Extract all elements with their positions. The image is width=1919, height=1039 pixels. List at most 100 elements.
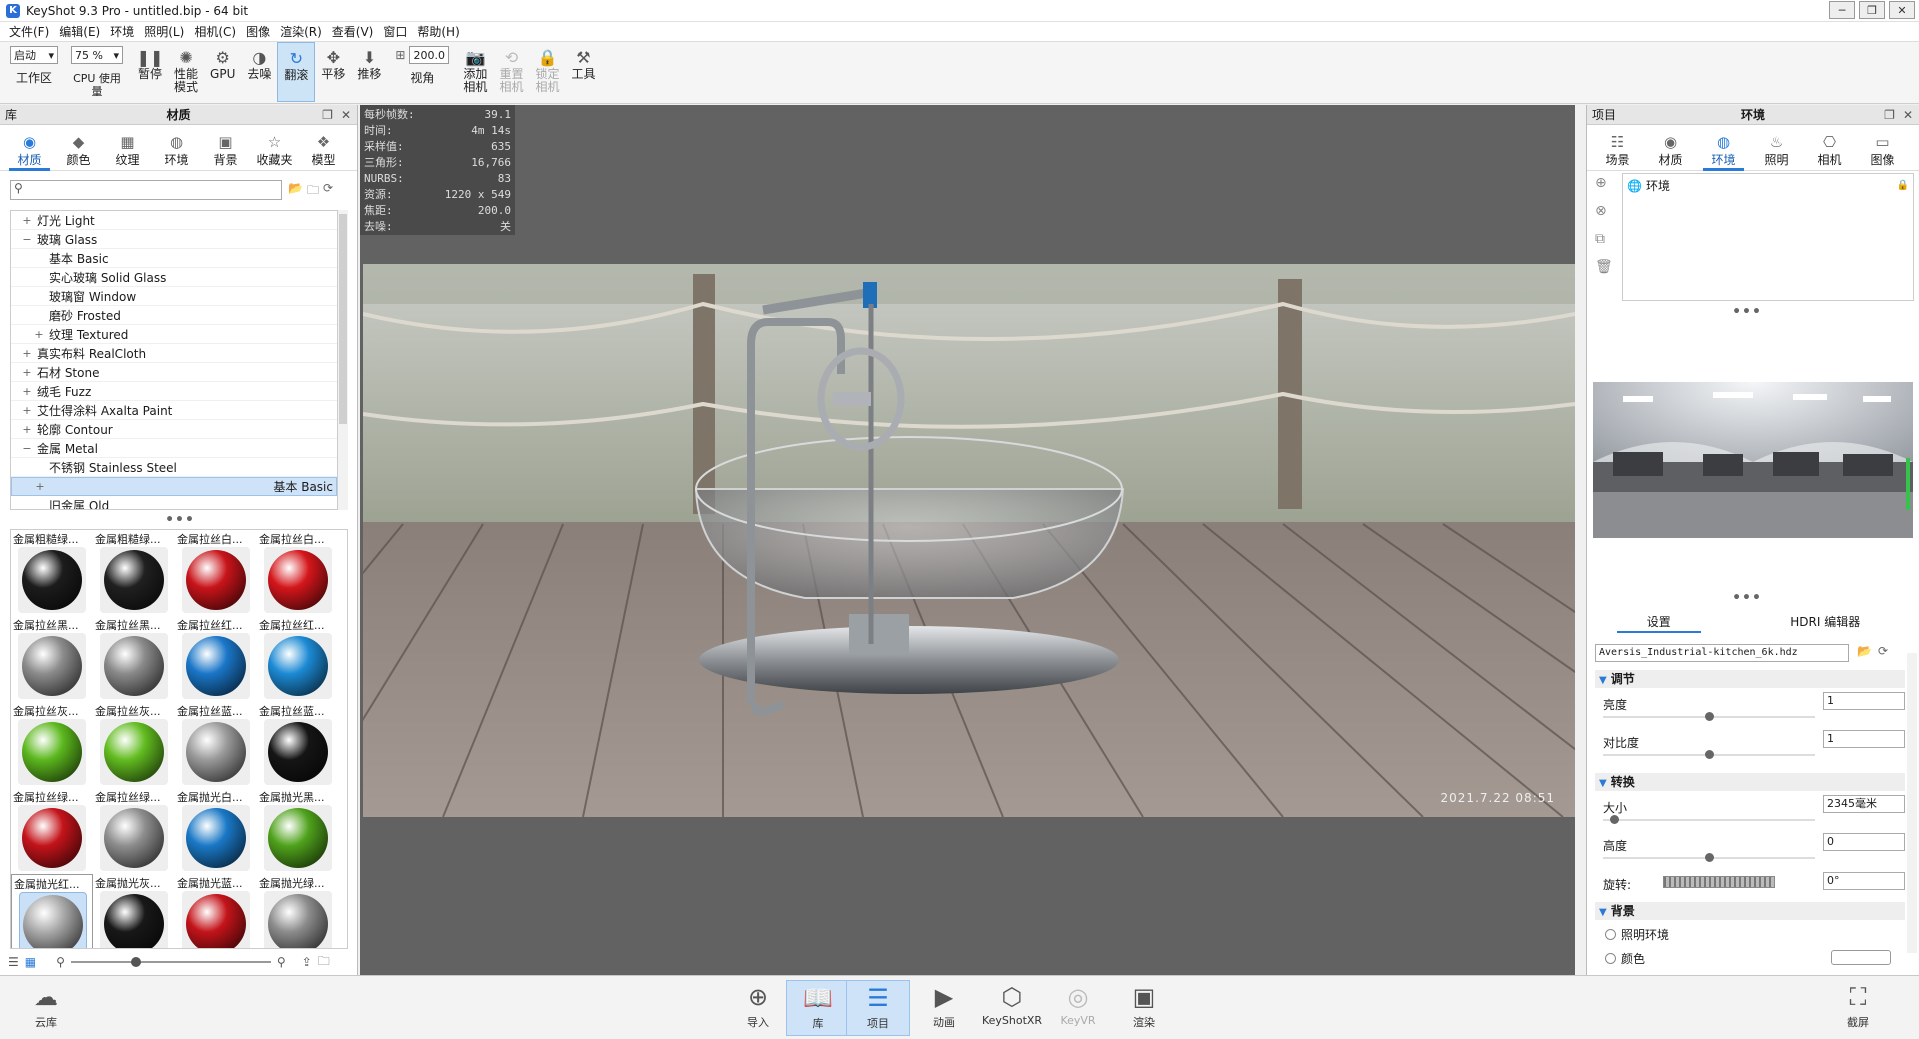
material-thumbnail[interactable]: 金属抛光灰...	[93, 874, 175, 948]
pause-button[interactable]: ❚❚ 暂停	[132, 42, 168, 102]
brightness-slider-knob[interactable]	[1705, 712, 1714, 721]
tree-row[interactable]: − 金属 Metal	[11, 439, 337, 458]
material-thumbnail[interactable]: 金属粗糙绿...	[11, 530, 93, 616]
project-tab-4[interactable]: ⎔ 相机	[1805, 130, 1854, 170]
upload-icon[interactable]: ⇪	[302, 955, 312, 969]
zoom-in-icon[interactable]: ⚲	[277, 955, 286, 969]
tab-settings[interactable]: 设置	[1616, 613, 1701, 633]
hdri-preview[interactable]	[1593, 382, 1913, 538]
contrast-input[interactable]: 1	[1823, 730, 1905, 748]
settings-scrollbar[interactable]	[1907, 653, 1917, 953]
tree-row[interactable]: 磨砂 Frosted	[11, 306, 337, 325]
menu-file[interactable]: 文件(F)	[4, 23, 54, 40]
library-tab-2[interactable]: ▦ 纹理	[103, 130, 152, 170]
splitter-handle[interactable]: •••	[1727, 590, 1767, 606]
lock-icon[interactable]: 🔒	[1897, 180, 1909, 191]
expand-toggle-icon[interactable]: +	[21, 366, 33, 379]
library-tab-0[interactable]: ◉ 材质	[5, 130, 54, 171]
refresh-icon[interactable]: ⟳	[323, 181, 333, 202]
pan-button[interactable]: ✥ 平移	[315, 42, 351, 102]
project-tab-1[interactable]: ◉ 材质	[1646, 130, 1695, 170]
tree-row[interactable]: + 灯光 Light	[11, 211, 337, 230]
material-thumbnail[interactable]: 金属拉丝蓝...	[175, 702, 257, 788]
tree-row[interactable]: 旧金属 Old	[11, 496, 337, 510]
keyvr-button[interactable]: ◎ KeyVR	[1046, 980, 1110, 1036]
minimize-button[interactable]: ─	[1829, 1, 1855, 19]
copy-environment-icon[interactable]: ⧉	[1595, 231, 1613, 247]
menu-camera[interactable]: 相机(C)	[189, 23, 241, 40]
menu-edit[interactable]: 编辑(E)	[54, 23, 105, 40]
denoise-button[interactable]: ◑ 去噪	[241, 42, 277, 102]
dolly-button[interactable]: ⬇ 推移	[351, 42, 387, 102]
material-thumbnail[interactable]: 金属拉丝黑...	[93, 616, 175, 702]
delete-icon[interactable]: 🗑	[1595, 259, 1613, 275]
workspace-select[interactable]: 启动 ▾	[10, 46, 58, 64]
tree-row[interactable]: 玻璃窗 Window	[11, 287, 337, 306]
material-thumbnail[interactable]: 金属抛光红...	[11, 874, 93, 948]
add-camera-button[interactable]: 📷 添加 相机	[457, 42, 493, 102]
material-thumbnail[interactable]: 金属拉丝红...	[257, 616, 339, 702]
keyshotxr-button[interactable]: ⬡ KeyShotXR	[980, 980, 1044, 1036]
material-thumbnail[interactable]: 金属拉丝蓝...	[257, 702, 339, 788]
tree-row[interactable]: + 纹理 Textured	[11, 325, 337, 344]
library-tab-1[interactable]: ◆ 颜色	[54, 130, 103, 170]
tree-row[interactable]: 不锈钢 Stainless Steel	[11, 458, 337, 477]
material-thumbnail[interactable]: 金属拉丝白...	[175, 530, 257, 616]
tree-scrollbar[interactable]	[338, 210, 348, 510]
close-window-button[interactable]: ✕	[1889, 1, 1915, 19]
menu-view[interactable]: 查看(V)	[327, 23, 379, 40]
open-folder-icon[interactable]: 📂	[1857, 644, 1872, 658]
undock-icon[interactable]: ❐	[322, 108, 333, 122]
menu-render[interactable]: 渲染(R)	[275, 23, 327, 40]
tree-row[interactable]: + 绒毛 Fuzz	[11, 382, 337, 401]
bg-color-radio[interactable]: 颜色	[1605, 950, 1645, 967]
render-viewport[interactable]: 每秒帧数: 39.1 时间: 4m 14s 采样值: 635 三角形: 16,766 NURBS…	[360, 105, 1575, 975]
material-thumbnail[interactable]: 金属拉丝绿...	[11, 788, 93, 874]
environment-list-item[interactable]: 🌐 环境 🔒	[1623, 174, 1913, 197]
screenshot-button[interactable]: ⛶ 截屏	[1826, 980, 1890, 1036]
material-thumbnail[interactable]: 金属粗糙绿...	[93, 530, 175, 616]
expand-toggle-icon[interactable]: −	[21, 233, 33, 246]
tools-button[interactable]: ⚒ 工具	[565, 42, 601, 102]
performance-mode-button[interactable]: ✺ 性能 模式	[168, 42, 204, 102]
menu-lighting[interactable]: 照明(L)	[139, 23, 189, 40]
undock-icon[interactable]: ❐	[1884, 108, 1895, 122]
expand-toggle-icon[interactable]: +	[34, 480, 46, 493]
gpu-button[interactable]: ⚙ GPU	[204, 42, 241, 102]
tree-row[interactable]: + 基本 Basic	[11, 477, 337, 496]
size-slider[interactable]	[1603, 819, 1815, 821]
project-tab-2[interactable]: ◍ 环境	[1699, 130, 1748, 171]
import-button[interactable]: ⊕ 导入	[726, 980, 790, 1036]
material-thumbnail[interactable]: 金属抛光黑...	[257, 788, 339, 874]
fov-input[interactable]: 200.0	[409, 46, 450, 64]
library-tab-3[interactable]: ◍ 环境	[152, 130, 201, 170]
tree-row[interactable]: 基本 Basic	[11, 249, 337, 268]
thumbnail-size-knob[interactable]	[130, 957, 141, 967]
height-input[interactable]: 0	[1823, 833, 1905, 851]
bg-lighting-env-radio[interactable]: 照明环境	[1605, 926, 1669, 943]
lock-camera-button[interactable]: 🔒 锁定 相机	[529, 42, 565, 102]
thumbnail-size-slider[interactable]	[70, 957, 271, 967]
folder-icon[interactable]: 🗀	[318, 952, 330, 973]
refresh-icon[interactable]: ⟳	[1878, 644, 1888, 658]
library-search-input[interactable]: ⚲	[10, 180, 282, 200]
expand-toggle-icon[interactable]: −	[21, 442, 33, 455]
section-transform[interactable]: ▼ 转换	[1595, 773, 1905, 791]
open-folder-icon[interactable]: 📂	[288, 181, 303, 202]
material-thumbnail[interactable]: 金属拉丝灰...	[11, 702, 93, 788]
list-view-icon[interactable]: ☰	[8, 955, 19, 969]
brightness-input[interactable]: 1	[1823, 692, 1905, 710]
add-folder-icon[interactable]: 🗀	[307, 181, 319, 202]
tree-scroll-thumb[interactable]	[339, 214, 347, 424]
animation-button[interactable]: ▶ 动画	[912, 980, 976, 1036]
section-background[interactable]: ▼ 背景	[1595, 902, 1905, 920]
rotation-input[interactable]: 0°	[1823, 872, 1905, 890]
expand-toggle-icon[interactable]: +	[21, 347, 33, 360]
library-tab-6[interactable]: ❖ 模型	[299, 130, 348, 170]
tree-row[interactable]: + 石材 Stone	[11, 363, 337, 382]
duplicate-environment-icon[interactable]: ⊗	[1595, 203, 1613, 219]
tumble-button[interactable]: ↻ 翻滚	[277, 42, 316, 102]
library-tab-5[interactable]: ☆ 收藏夹	[250, 130, 299, 170]
close-panel-icon[interactable]: ✕	[341, 108, 351, 122]
material-thumbnail[interactable]: 金属拉丝白...	[257, 530, 339, 616]
